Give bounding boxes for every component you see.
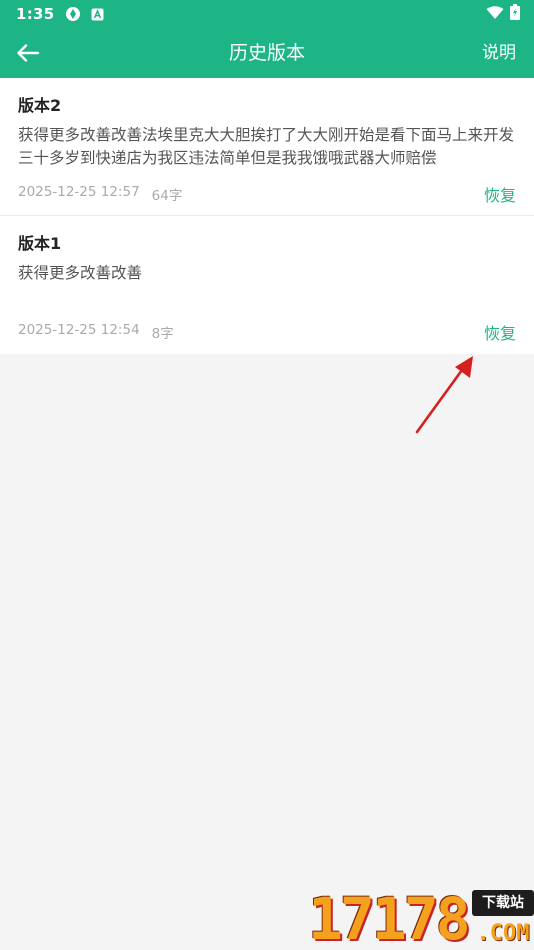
version-char-count: 8字 <box>151 326 174 342</box>
status-bar: 1:35 <box>0 0 534 28</box>
status-time: 1:35 <box>16 5 55 23</box>
watermark-digits: 17178 <box>308 885 471 950</box>
battery-icon <box>510 4 520 24</box>
version-list: 版本2 获得更多改善改善法埃里克大大胆挨打了大大刚开始是看下面马上来开发三十多岁… <box>0 78 534 354</box>
version-timestamp: 2025-12-25 12:57 <box>18 184 140 200</box>
version-content: 获得更多改善改善法埃里克大大胆挨打了大大刚开始是看下面马上来开发三十多岁到快递店… <box>18 126 515 167</box>
restore-button[interactable]: 恢复 <box>484 320 516 344</box>
version-meta: 2025-12-25 12:54 8字 <box>18 322 174 342</box>
version-title: 版本1 <box>18 234 62 253</box>
version-content: 获得更多改善改善 <box>18 264 143 282</box>
watermark-logo: 17178 下载站 .COM <box>308 888 534 950</box>
annotation-arrow-icon <box>415 356 473 434</box>
status-right-icons <box>486 4 520 24</box>
wifi-icon <box>486 5 504 24</box>
version-item[interactable]: 版本2 获得更多改善改善法埃里克大大胆挨打了大大刚开始是看下面马上来开发三十多岁… <box>0 78 534 216</box>
help-button[interactable]: 说明 <box>482 28 516 78</box>
a-badge-icon <box>91 8 104 21</box>
version-meta: 2025-12-25 12:57 64字 <box>18 184 182 204</box>
restore-button[interactable]: 恢复 <box>484 182 516 206</box>
page-title: 历史版本 <box>228 42 305 64</box>
version-char-count: 64字 <box>151 188 183 204</box>
app-toolbar: 历史版本 说明 <box>0 28 534 78</box>
version-item[interactable]: 版本1 获得更多改善改善 2025-12-25 12:54 8字 恢复 <box>0 216 534 354</box>
version-title: 版本2 <box>18 96 62 115</box>
version-timestamp: 2025-12-25 12:54 <box>18 322 140 338</box>
watermark-domain: .COM <box>476 921 530 946</box>
watermark-tag: 下载站 <box>472 890 534 916</box>
sync-icon <box>65 6 81 22</box>
